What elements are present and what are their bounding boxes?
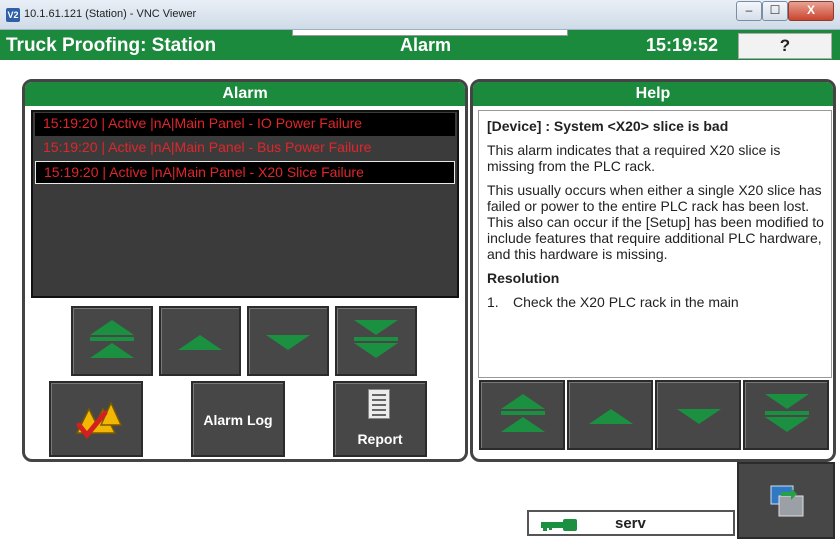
alarm-log-button[interactable]: Alarm Log [191,381,285,457]
window-title: 10.1.61.121 (Station) - VNC Viewer [24,8,197,20]
alarm-scroll-down-button[interactable] [247,306,329,376]
up-arrow-icon [589,409,633,424]
help-panel: Help [Device] : System <X20> slice is ba… [470,79,836,462]
vnc-logo-icon: V2 [6,8,20,22]
help-content[interactable]: [Device] : System <X20> slice is bad Thi… [478,110,832,378]
alarm-page-down-button[interactable] [335,306,417,376]
maximize-icon: ☐ [769,3,781,17]
alarm-row[interactable]: 15:19:20 | Active |nA|Main Panel - IO Po… [35,113,455,136]
acknowledge-warning-icon [75,401,123,439]
minimize-icon: – [745,3,753,17]
alarm-panel: Alarm 15:19:20 | Active |nA|Main Panel -… [22,79,468,462]
report-label: Report [357,431,403,447]
help-scroll-down-button[interactable] [655,380,741,450]
double-down-arrow-icon [354,320,398,335]
user-status: serv [527,510,735,536]
acknowledge-button[interactable] [49,381,143,457]
alarm-scroll-up-button[interactable] [159,306,241,376]
help-scroll-up-button[interactable] [567,380,653,450]
alarm-list[interactable]: 15:19:20 | Active |nA|Main Panel - IO Po… [31,110,459,298]
close-button[interactable]: X [788,1,834,21]
app-title: Truck Proofing: Station [6,35,217,56]
maximize-button[interactable]: ☐ [762,1,788,21]
help-page-down-button[interactable] [743,380,829,450]
step-number: 1. [487,294,499,310]
current-user: serv [615,515,646,532]
key-icon [541,519,577,531]
minimize-button[interactable]: – [736,1,762,21]
resolution-step: 1. Check the X20 PLC rack in the main [487,294,825,310]
resolution-heading: Resolution [487,270,560,286]
alarm-panel-title: Alarm [25,82,465,106]
alarm-row[interactable]: 15:19:20 | Active |nA|Main Panel - Bus P… [35,137,455,160]
double-up-arrow-icon [90,320,134,335]
step-text: Check the X20 PLC rack in the main [513,294,739,310]
help-page-up-button[interactable] [479,380,565,450]
clock: 15:19:52 [646,35,719,55]
help-panel-title: Help [473,82,833,106]
alarm-page-up-button[interactable] [71,306,153,376]
screen-switch-button[interactable] [737,462,835,539]
help-button[interactable]: ? [738,33,832,59]
double-up-arrow-icon [501,394,545,409]
help-paragraph: This alarm indicates that a required X20… [487,142,781,174]
section-title: Alarm [400,35,452,55]
window-titlebar: V2 10.1.61.121 (Station) - VNC Viewer – … [0,0,840,30]
close-icon: X [806,3,815,17]
up-arrow-icon [178,335,222,350]
report-document-icon [368,389,390,419]
report-button[interactable]: Report [333,381,427,457]
app-header: Truck Proofing: Station Alarm 15:19:52 ? [0,30,840,60]
down-arrow-icon [266,335,310,350]
alarm-log-label: Alarm Log [203,412,273,428]
help-paragraph: This usually occurs when either a single… [487,182,824,262]
double-down-arrow-icon [765,394,809,409]
hmi-app: Truck Proofing: Station Alarm 15:19:52 ?… [0,30,840,542]
alarm-row-selected[interactable]: 15:19:20 | Active |nA|Main Panel - X20 S… [35,161,455,184]
down-arrow-icon [677,409,721,424]
screen-switch-icon [770,485,804,517]
help-heading: [Device] : System <X20> slice is bad [487,118,729,134]
